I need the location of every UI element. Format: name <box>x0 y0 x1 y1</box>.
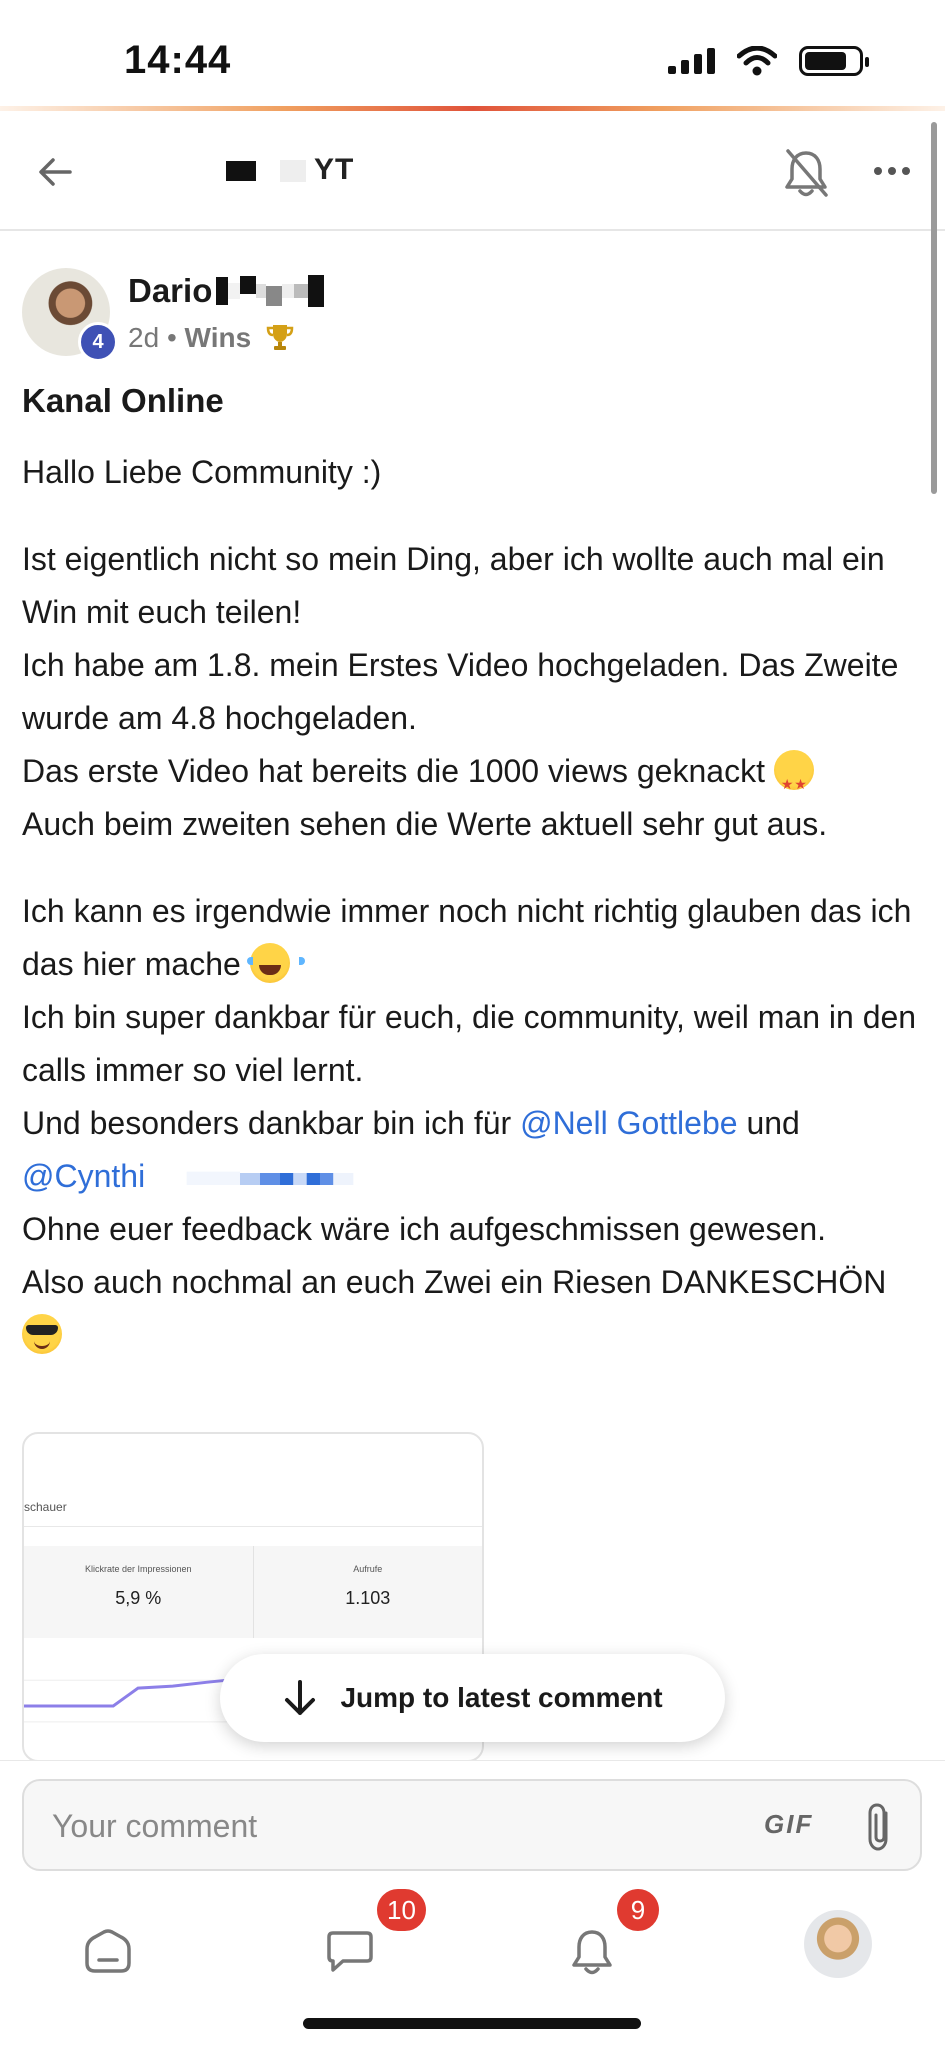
post-paragraph: Hallo Liebe Community :) <box>22 446 922 499</box>
body-text: Ich bin super dankbar für euch, die comm… <box>22 999 917 1088</box>
redaction-mark <box>186 1171 354 1185</box>
wifi-icon <box>737 46 777 76</box>
comment-input[interactable] <box>52 1803 732 1849</box>
body-text: Auch beim zweiten sehen die Werte aktuel… <box>22 806 828 842</box>
mention-link[interactable]: @Cynthi <box>22 1158 145 1194</box>
post-category[interactable]: Wins <box>185 322 252 353</box>
jump-to-latest-comment-button[interactable]: Jump to latest comment <box>220 1654 725 1742</box>
chat-bubble-icon <box>327 1931 373 1972</box>
dot <box>888 167 896 175</box>
profile-avatar[interactable] <box>804 1910 872 1978</box>
metric-ctr: Klickrate der Impressionen 5,9 % <box>24 1546 253 1638</box>
body-text: Ich habe am 1.8. mein Erstes Video hochg… <box>22 647 899 736</box>
sunglasses-emoji-icon <box>22 1314 62 1354</box>
trophy-icon <box>266 325 294 350</box>
post-header: YT <box>0 111 945 231</box>
body-text: Also auch nochmal an euch Zwei ein Riese… <box>22 1264 887 1300</box>
cellular-signal-icon <box>668 48 715 74</box>
mute-notifications-button[interactable] <box>780 145 832 201</box>
divider <box>24 1526 482 1527</box>
home-icon <box>85 1929 131 1973</box>
status-time: 14:44 <box>124 38 232 82</box>
comment-composer: GIF <box>0 1760 945 1880</box>
status-bar: 14:44 <box>0 0 945 108</box>
post-body: Hallo Liebe Community :) Ist eigentlich … <box>22 446 922 1396</box>
battery-icon <box>799 46 869 76</box>
attachment-label: schauer <box>24 1500 67 1514</box>
author-level-badge: 4 <box>78 322 118 362</box>
mention-link[interactable]: @Nell Gottlebe <box>520 1105 737 1141</box>
bell-off-icon <box>785 149 828 197</box>
gif-button[interactable]: GIF <box>764 1809 813 1840</box>
home-indicator[interactable] <box>303 2018 641 2029</box>
dot <box>902 167 910 175</box>
redaction-mark <box>216 275 325 307</box>
metric-value: 5,9 % <box>115 1588 162 1608</box>
attachment-metrics: Klickrate der Impressionen 5,9 % Aufrufe… <box>24 1546 482 1638</box>
group-title-text: YT <box>314 153 355 186</box>
star-struck-emoji-icon <box>773 750 814 811</box>
arrow-down-icon <box>285 1680 316 1715</box>
bell-icon <box>572 1930 612 1975</box>
body-text: Ist eigentlich nicht so mein Ding, aber … <box>22 541 885 630</box>
tears-of-joy-emoji-icon <box>246 943 305 983</box>
author-name-text: Dario <box>128 272 213 309</box>
redaction-mark <box>280 160 306 183</box>
redaction-mark <box>226 161 256 182</box>
body-text: Und besonders dankbar bin ich für <box>22 1105 512 1141</box>
nav-home[interactable] <box>68 1912 148 1992</box>
metric-label: Aufrufe <box>353 1564 383 1574</box>
arrow-left-icon <box>39 158 72 186</box>
comment-input-box[interactable]: GIF <box>22 1779 922 1871</box>
author-name[interactable]: Dario <box>128 272 325 310</box>
body-text: Hallo Liebe Community :) <box>22 454 382 490</box>
post-meta: 2d • Wins <box>128 322 295 354</box>
metric-value: 1.103 <box>345 1588 391 1608</box>
meta-separator: • <box>166 322 177 353</box>
post-age: 2d <box>128 322 160 353</box>
chat-unread-badge: 10 <box>374 1886 429 1934</box>
paperclip-icon[interactable] <box>860 1801 900 1853</box>
metric-label: Klickrate der Impressionen <box>84 1564 192 1574</box>
body-text: Ohne euer feedback wäre ich aufgeschmiss… <box>22 1211 827 1247</box>
post-paragraph: Ich kann es irgendwie immer noch nicht r… <box>22 885 922 1362</box>
back-button[interactable] <box>30 147 80 197</box>
more-options-button[interactable] <box>866 151 918 191</box>
body-text: und <box>746 1105 800 1141</box>
group-title: YT <box>226 153 354 187</box>
jump-button-label: Jump to latest comment <box>340 1682 663 1713</box>
body-text: Das erste Video hat bereits die 1000 vie… <box>22 753 765 789</box>
status-icons <box>668 46 869 76</box>
scrollbar[interactable] <box>931 122 937 494</box>
body-text: Ich kann es irgendwie immer noch nicht r… <box>22 893 912 982</box>
post-paragraph: Ist eigentlich nicht so mein Ding, aber … <box>22 533 922 851</box>
notifications-unread-badge: 9 <box>614 1886 662 1934</box>
dot <box>874 167 882 175</box>
metric-views: Aufrufe 1.103 <box>252 1546 483 1638</box>
post-title: Kanal Online <box>22 382 224 419</box>
